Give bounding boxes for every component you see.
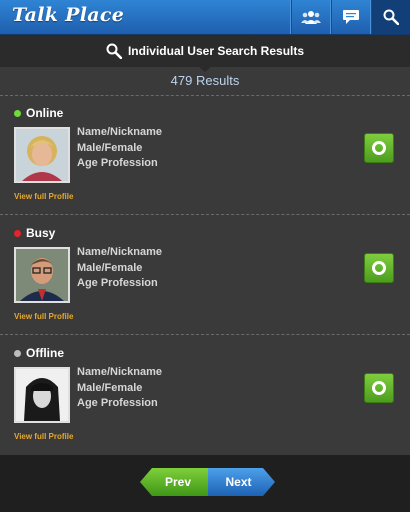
- divider: [0, 334, 410, 335]
- app-logo: Talk Place: [12, 4, 125, 26]
- user-info: Name/Nickname Male/Female Age Profession: [77, 125, 162, 172]
- circle-icon: [372, 381, 386, 395]
- view-profile-link[interactable]: View full Profile: [14, 192, 73, 201]
- avatar-man-glasses: [16, 249, 68, 301]
- user-name: Name/Nickname: [77, 126, 162, 138]
- circle-icon: [372, 261, 386, 275]
- status-indicator: Busy: [14, 226, 55, 240]
- status-label: Offline: [26, 346, 64, 360]
- status-indicator: Offline: [14, 346, 64, 360]
- people-icon: [301, 11, 321, 24]
- status-dot: [14, 349, 21, 357]
- status-dot: [14, 229, 21, 237]
- people-button[interactable]: [290, 0, 331, 34]
- avatar[interactable]: [14, 127, 70, 183]
- divider: [0, 214, 410, 215]
- next-button[interactable]: Next: [208, 468, 275, 496]
- user-age-profession: Age Profession: [77, 157, 158, 169]
- connect-button[interactable]: [364, 253, 394, 283]
- results-title: Individual User Search Results: [127, 44, 305, 58]
- user-info: Name/Nickname Male/Female Age Profession: [77, 245, 162, 292]
- circle-icon: [372, 141, 386, 155]
- avatar-blonde-woman: [16, 129, 68, 181]
- status-dot: [14, 109, 21, 117]
- connect-button[interactable]: [364, 133, 394, 163]
- connect-button[interactable]: [364, 373, 394, 403]
- view-profile-link[interactable]: View full Profile: [14, 312, 73, 321]
- user-gender: Male/Female: [77, 141, 143, 154]
- user-entry[interactable]: Offline Name/Nickname Male/Female Age Pr…: [0, 336, 410, 454]
- user-age-profession: Age Profession: [77, 397, 158, 409]
- prev-button[interactable]: Prev: [140, 468, 208, 496]
- view-profile-link[interactable]: View full Profile: [14, 432, 73, 441]
- user-entry[interactable]: Busy Name/Nickname Male/Female Age Profe…: [0, 216, 410, 334]
- user-age-profession: Age Profession: [77, 277, 158, 289]
- user-gender: Male/Female: [77, 261, 143, 274]
- messages-button[interactable]: [330, 0, 371, 34]
- user-name: Name/Nickname: [77, 246, 162, 258]
- avatar[interactable]: [14, 247, 70, 303]
- pagination-bar: Prev Next: [0, 455, 410, 512]
- avatar[interactable]: [14, 367, 70, 423]
- user-entry[interactable]: Online Name/Nickname Male/Female Age Pro…: [0, 96, 410, 214]
- chat-icon: [343, 10, 359, 24]
- search-icon: [383, 9, 399, 25]
- user-gender: Male/Female: [77, 381, 143, 394]
- status-indicator: Online: [14, 106, 63, 120]
- results-header: Individual User Search Results: [0, 35, 410, 67]
- search-button[interactable]: [370, 0, 410, 34]
- user-name: Name/Nickname: [77, 366, 162, 378]
- search-icon: [106, 43, 122, 59]
- status-label: Online: [26, 106, 64, 120]
- results-count: 479 Results: [170, 73, 240, 88]
- status-label: Busy: [26, 226, 56, 240]
- top-bar: Talk Place: [0, 0, 410, 35]
- avatar-dark-hair-woman: [16, 369, 68, 421]
- user-info: Name/Nickname Male/Female Age Profession: [77, 365, 162, 412]
